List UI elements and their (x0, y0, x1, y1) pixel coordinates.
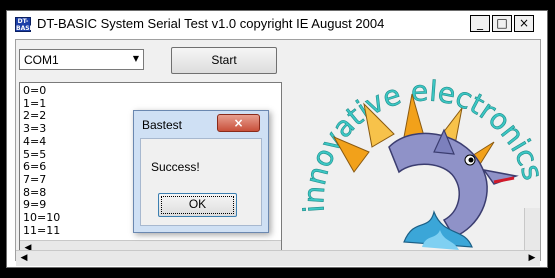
list-item[interactable]: 4=4 (23, 135, 60, 149)
port-select-value: COM1 (24, 53, 59, 67)
message-dialog: Bastest × Success! OK (133, 110, 269, 233)
close-button[interactable]: × (514, 15, 534, 32)
dialog-close-button[interactable]: × (217, 114, 260, 132)
list-item[interactable]: 7=7 (23, 173, 60, 187)
window-title: DT-BASIC System Serial Test v1.0 copyrig… (37, 16, 385, 31)
dialog-message: Success! (151, 160, 200, 174)
port-select[interactable]: COM1 ▼ (19, 49, 144, 70)
window-scroll-left-icon[interactable]: ◀ (16, 251, 32, 266)
output-lines: 0=0 1=1 2=2 3=3 4=4 5=5 6=6 7=7 8=8 9=9 10=10 11=11 (23, 84, 60, 238)
dropdown-arrow-icon[interactable]: ▼ (133, 54, 139, 63)
client-area: COM1 ▼ Start 0=0 1=1 2=2 3=3 4=4 5=5 6=6 7=7 8=8… (15, 39, 541, 261)
start-button[interactable]: Start (171, 47, 277, 74)
ok-button[interactable]: OK (158, 193, 237, 217)
main-window: DT- BASIC DT-BASIC System Serial Test v1.… (6, 10, 548, 268)
maximize-button[interactable]: □ (492, 15, 512, 32)
app-icon[interactable]: DT- BASIC (15, 17, 36, 32)
list-item[interactable]: 3=3 (23, 122, 60, 136)
minimize-button[interactable]: _ (470, 15, 490, 32)
list-item[interactable]: 0=0 (23, 84, 60, 98)
dolphin-icon (388, 128, 519, 238)
list-item[interactable]: 11=11 (23, 224, 60, 238)
dialog-title: Bastest (142, 118, 183, 132)
innovative-electronics-logo: innovative electronics (297, 74, 540, 250)
list-item[interactable]: 10=10 (23, 211, 60, 225)
window-scroll-right-icon[interactable]: ▶ (524, 251, 540, 266)
window-horizontal-scrollbar[interactable]: ◀ ▶ (16, 250, 540, 266)
title-bar[interactable]: DT- BASIC DT-BASIC System Serial Test v1.… (7, 11, 547, 38)
dialog-body: Success! OK (140, 138, 262, 226)
